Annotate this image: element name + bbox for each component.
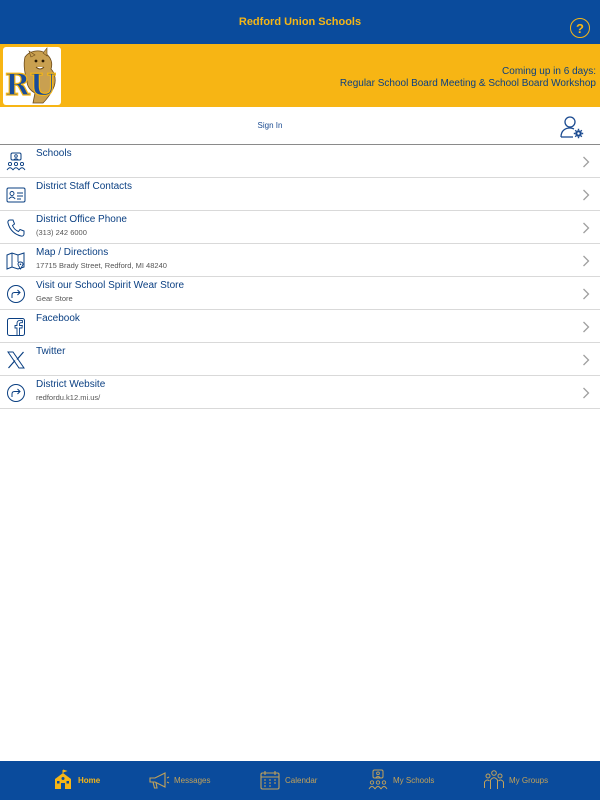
- list-item-subtitle: Gear Store: [36, 294, 73, 303]
- help-glyph: ?: [576, 20, 584, 36]
- home-menu-list: Schools District Staff Contacts District…: [0, 145, 600, 409]
- top-nav-bar: Redford Union Schools ?: [0, 0, 600, 44]
- app-title: Redford Union Schools: [238, 16, 362, 28]
- list-item-subtitle: 17715 Brady Street, Redford, MI 48240: [36, 261, 167, 270]
- app-root: Redford Union Schools ? RU Coming up in …: [0, 0, 600, 800]
- list-item-label: Visit our School Spirit Wear Store: [36, 280, 185, 291]
- list-item-district-office-phone[interactable]: District Office Phone (313) 242 6000: [0, 211, 600, 244]
- list-item-subtitle: (313) 242 6000: [36, 228, 87, 237]
- upcoming-event-title: Regular School Board Meeting & School Bo…: [339, 78, 596, 89]
- signin-row: Sign In: [0, 107, 600, 145]
- list-item-schools[interactable]: Schools: [0, 145, 600, 178]
- chevron-right-icon: [583, 222, 590, 234]
- list-item-spirit-wear-store[interactable]: Visit our School Spirit Wear Store Gear …: [0, 277, 600, 310]
- list-item-twitter[interactable]: Twitter: [0, 343, 600, 376]
- logo-letters: RU: [5, 68, 56, 103]
- list-item-label: District Staff Contacts: [36, 181, 132, 192]
- list-item-district-website[interactable]: District Website redfordu.k12.mi.us/: [0, 376, 600, 409]
- map-icon: [6, 252, 25, 270]
- tab-label: My Groups: [509, 775, 549, 785]
- groups-icon: [484, 770, 504, 789]
- tab-my-groups[interactable]: My Groups: [483, 766, 548, 794]
- phone-icon: [7, 219, 25, 237]
- list-item-label: District Website: [36, 379, 106, 390]
- facebook-icon: [7, 318, 25, 336]
- upcoming-days: Coming up in 6 days:: [502, 66, 596, 77]
- help-icon[interactable]: ?: [570, 18, 590, 38]
- list-item-district-staff-contacts[interactable]: District Staff Contacts: [0, 178, 600, 211]
- contact-card-icon: [6, 187, 26, 203]
- list-item-map-directions[interactable]: Map / Directions 17715 Brady Street, Red…: [0, 244, 600, 277]
- schools-icon: [368, 769, 388, 790]
- list-item-facebook[interactable]: Facebook: [0, 310, 600, 343]
- chevron-right-icon: [583, 189, 590, 201]
- tab-my-schools[interactable]: My Schools: [367, 766, 434, 794]
- chevron-right-icon: [583, 255, 590, 267]
- chevron-right-icon: [583, 288, 590, 300]
- tab-label: Home: [78, 775, 101, 785]
- tab-messages[interactable]: Messages: [148, 766, 210, 794]
- external-link-icon: [7, 285, 25, 303]
- tab-calendar[interactable]: Calendar: [259, 766, 317, 794]
- list-item-label: Map / Directions: [36, 247, 109, 258]
- list-item-label: District Office Phone: [36, 214, 127, 225]
- external-link-icon: [7, 384, 25, 402]
- tab-label: My Schools: [393, 775, 435, 785]
- list-item-subtitle: redfordu.k12.mi.us/: [36, 393, 101, 402]
- chevron-right-icon: [583, 321, 590, 333]
- list-item-label: Schools: [36, 148, 72, 159]
- upcoming-event[interactable]: Coming up in 6 days: Regular School Boar…: [340, 66, 596, 90]
- bottom-tab-bar: Home Messages Calendar My Schools My Gro…: [0, 761, 600, 800]
- schools-icon: [6, 152, 26, 171]
- megaphone-icon: [149, 772, 170, 789]
- chevron-right-icon: [583, 387, 590, 399]
- list-item-label: Facebook: [36, 313, 80, 324]
- school-house-icon: [55, 769, 71, 789]
- list-item-label: Twitter: [36, 346, 66, 357]
- district-banner: RU Coming up in 6 days: Regular School B…: [0, 44, 600, 107]
- district-logo: RU: [3, 47, 61, 105]
- sign-in-link[interactable]: Sign In: [0, 121, 540, 130]
- tab-home[interactable]: Home: [52, 766, 100, 794]
- tab-label: Calendar: [285, 775, 318, 785]
- chevron-right-icon: [583, 156, 590, 168]
- calendar-icon: [260, 771, 280, 790]
- chevron-right-icon: [583, 354, 590, 366]
- tab-label: Messages: [174, 775, 211, 785]
- x-twitter-icon: [7, 351, 25, 369]
- user-gear-icon[interactable]: [560, 115, 584, 139]
